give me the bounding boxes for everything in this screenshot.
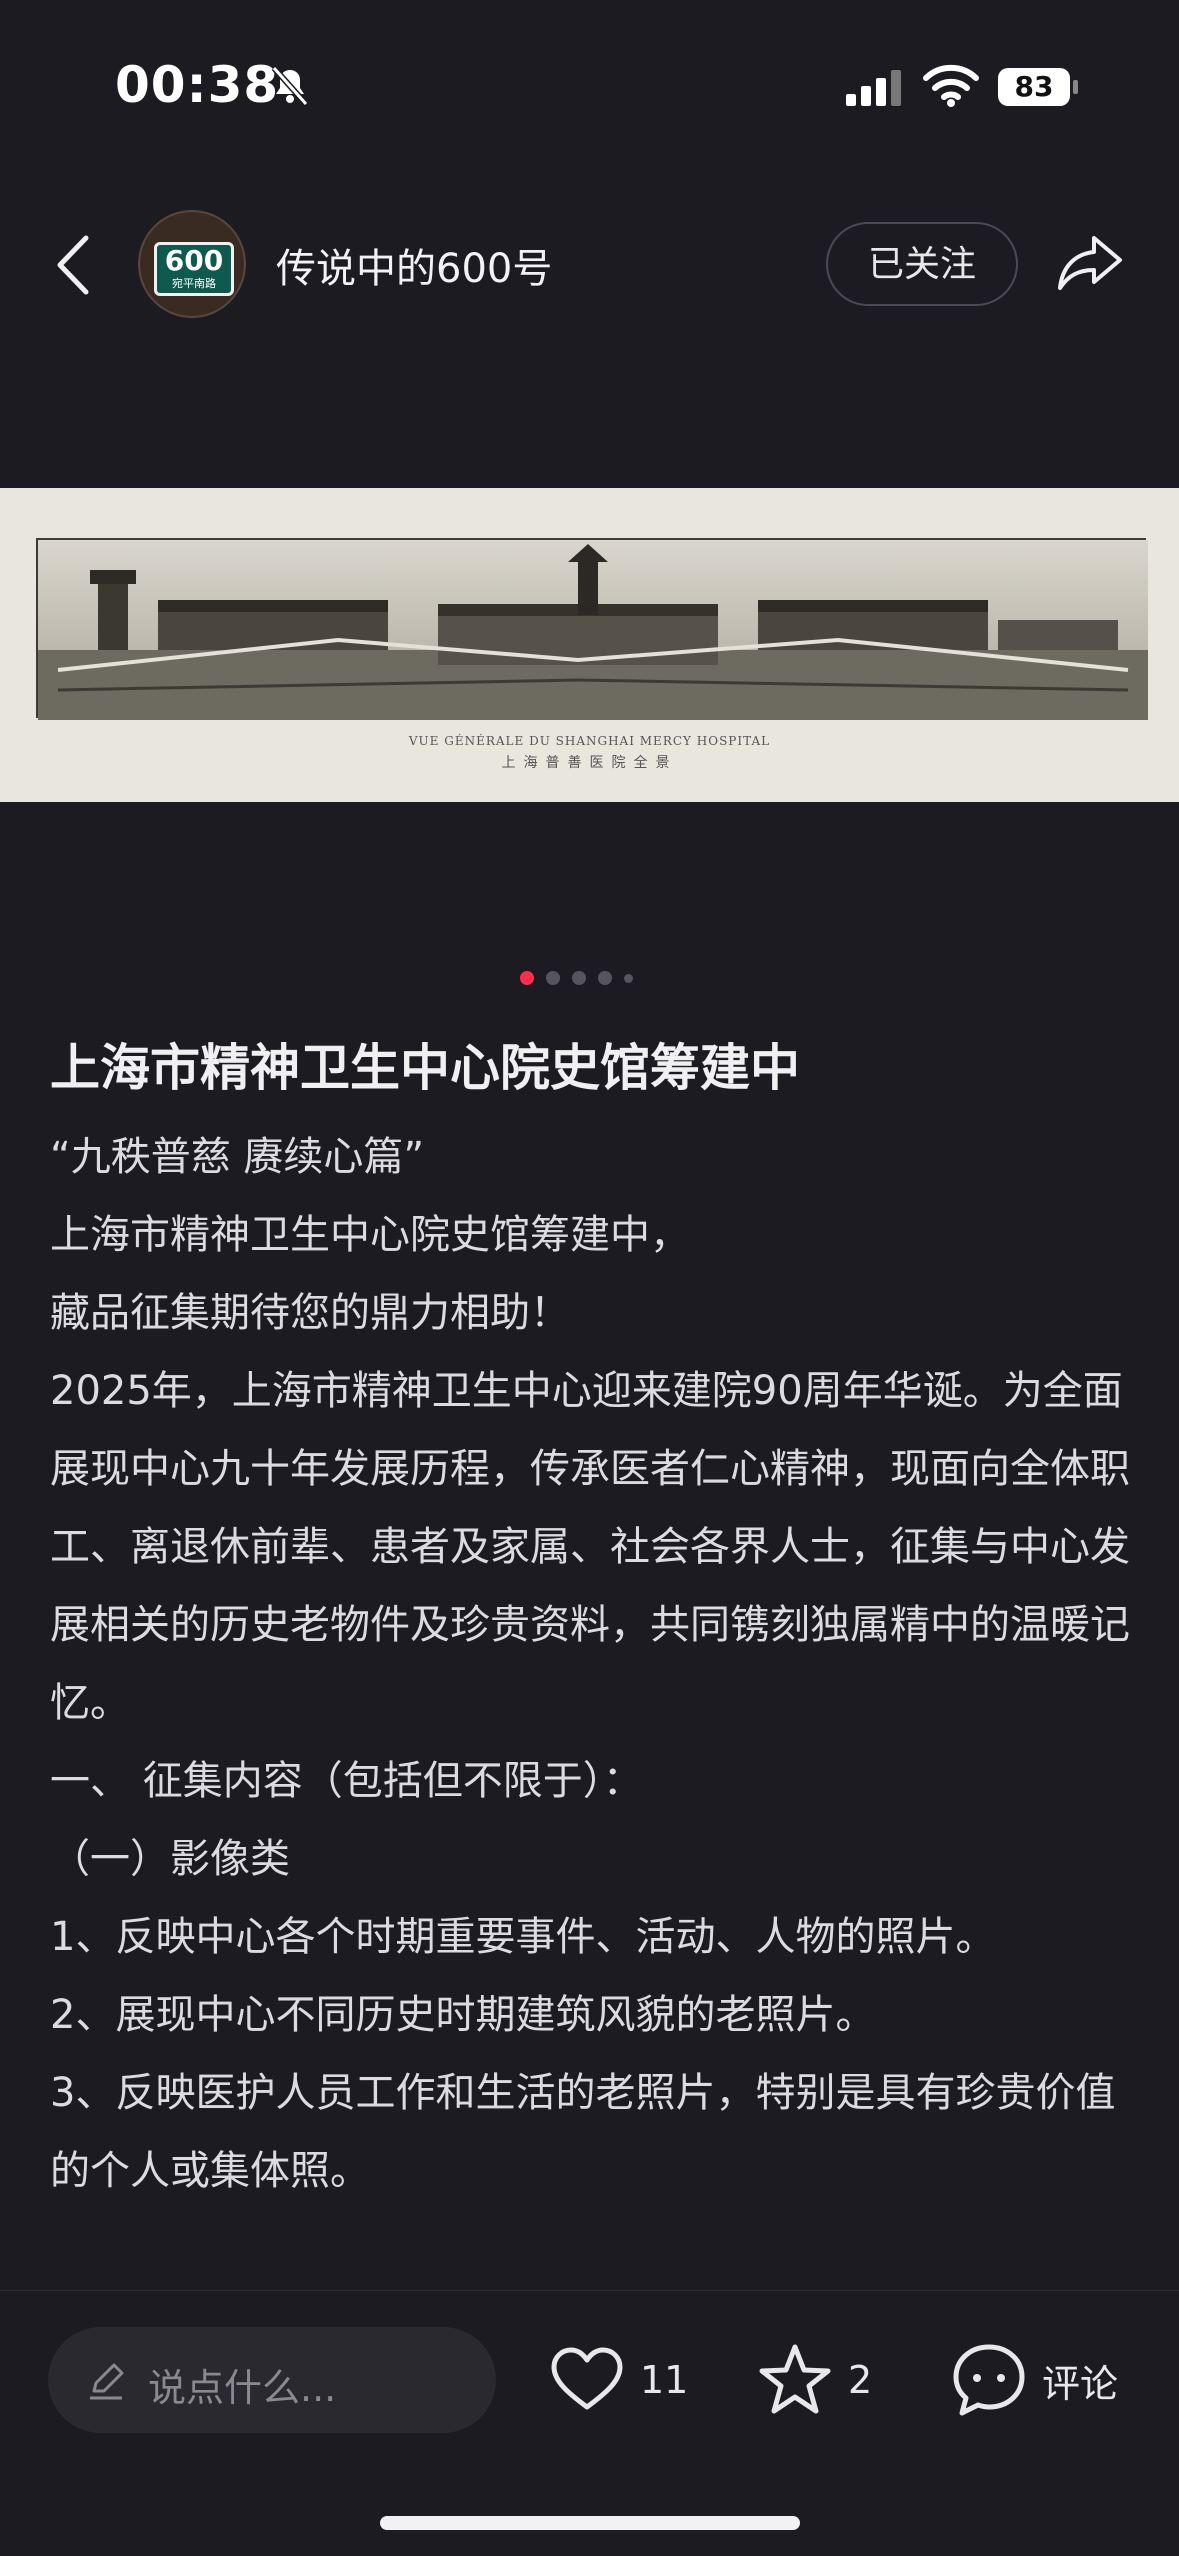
comment-button[interactable]: 评论 — [950, 2335, 1118, 2425]
carousel-dot — [624, 973, 633, 983]
follow-button[interactable]: 已关注 — [826, 222, 1018, 306]
carousel-dot — [520, 971, 534, 985]
wifi-icon — [923, 64, 979, 107]
carousel-indicator — [520, 970, 633, 986]
carousel-dot — [598, 971, 612, 985]
heart-icon — [551, 2347, 623, 2410]
post-paragraph: 上海市精神卫生中心院史馆筹建中， — [50, 1212, 690, 1258]
carousel-dot — [572, 971, 586, 985]
post-paragraph: 2、展现中心不同历史时期建筑风貌的老照片。 — [50, 1992, 876, 2038]
post-paragraph: “九秩普慈 赓续心篇” — [50, 1134, 425, 1180]
avatar[interactable]: 600 宛平南路 — [138, 210, 246, 318]
like-count: 11 — [640, 2358, 689, 2402]
avatar-plate: 600 宛平南路 — [154, 242, 234, 296]
author-name[interactable]: 传说中的600号 — [276, 236, 552, 294]
post-paragraph: 一、 征集内容（包括但不限于）： — [50, 1758, 643, 1804]
comment-bubble-icon — [953, 2344, 1025, 2416]
post-paragraph: 3、反映医护人员工作和生活的老照片，特别是具有珍贵价值的个人或集体照。 — [50, 2070, 1116, 2194]
favorite-count: 2 — [848, 2358, 873, 2402]
back-arrow-icon[interactable] — [50, 232, 96, 298]
battery-icon: 83 — [996, 66, 1080, 108]
hospital-panorama-illustration — [38, 540, 1148, 720]
star-icon — [759, 2344, 831, 2414]
status-time: 00:38 — [115, 56, 280, 114]
bell-muted-icon — [271, 66, 309, 106]
post-paragraph: 1、反映中心各个时期重要事件、活动、人物的照片。 — [50, 1914, 996, 1960]
post-paragraph: 藏品征集期待您的鼎力相助！ — [50, 1290, 570, 1336]
cellular-signal-icon — [846, 70, 901, 106]
favorite-button[interactable]: 2 — [756, 2335, 872, 2425]
photo-caption-cn: 上海普善医院全景 — [501, 755, 678, 771]
panorama-photo — [36, 538, 1148, 720]
post-paragraph: （一）影像类 — [50, 1836, 290, 1882]
like-button[interactable]: 11 — [548, 2335, 688, 2425]
comment-label: 评论 — [1042, 2361, 1119, 2406]
avatar-sub: 宛平南路 — [172, 277, 216, 290]
comment-placeholder: 说点什么... — [148, 2366, 337, 2410]
status-bar: 00:38 83 — [0, 0, 1179, 175]
pencil-icon — [90, 2363, 124, 2400]
post-body: “九秩普慈 赓续心篇” 上海市精神卫生中心院史馆筹建中， 藏品征集期待您的鼎力相… — [50, 1118, 1140, 2210]
post-title: 上海市精神卫生中心院史馆筹建中 — [50, 1039, 800, 1097]
carousel-dot — [546, 971, 560, 985]
share-icon[interactable] — [1054, 230, 1126, 296]
battery-level: 83 — [1014, 70, 1054, 103]
post-paragraph: 2025年，上海市精神卫生中心迎来建院90周年华诞。为全面展现中心九十年发展历程… — [50, 1368, 1130, 1726]
photo-caption-fr: VUE GÉNÉRALE DU SHANGHAI MERCY HOSPITAL — [408, 734, 771, 748]
nav-bar: 600 宛平南路 传说中的600号 已关注 — [0, 200, 1179, 330]
avatar-number: 600 — [164, 244, 224, 277]
home-indicator[interactable] — [380, 2516, 800, 2530]
comment-input[interactable]: 说点什么... — [48, 2327, 496, 2433]
post-image[interactable]: VUE GÉNÉRALE DU SHANGHAI MERCY HOSPITAL … — [0, 488, 1179, 802]
